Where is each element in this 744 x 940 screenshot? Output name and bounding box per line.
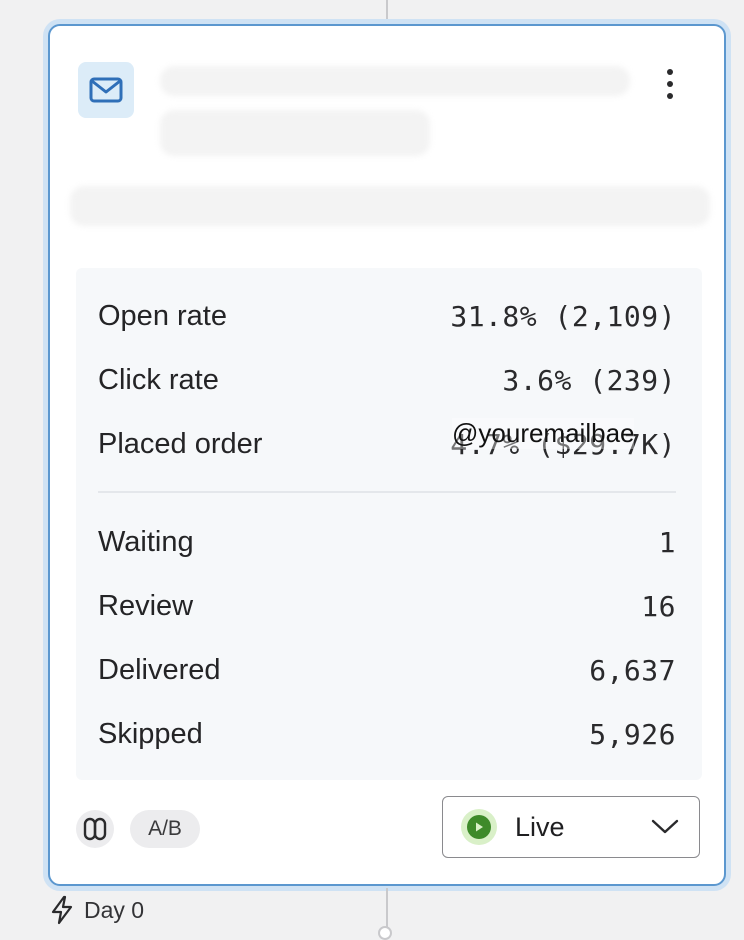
stat-label: Delivered — [98, 653, 221, 686]
stat-row-skipped: Skipped 5,926 — [98, 714, 676, 754]
stat-value: 3.6% (239) — [502, 363, 676, 397]
stat-value: 5,926 — [589, 717, 676, 751]
watermark: @youremailbae — [452, 418, 635, 449]
flow-connector-top — [386, 0, 388, 24]
stat-row-click-rate: Click rate 3.6% (239) — [98, 360, 676, 400]
stat-value: 6,637 — [589, 653, 676, 687]
stat-row-delivered: Delivered 6,637 — [98, 650, 676, 690]
stat-value: 1 — [658, 525, 676, 559]
stats-panel: Open rate 31.8% (2,109) Click rate 3.6% … — [76, 268, 702, 780]
stat-label: Waiting — [98, 525, 194, 558]
stat-row-review: Review 16 — [98, 586, 676, 626]
redacted-title — [160, 66, 630, 96]
trigger-label: Day 0 — [84, 896, 145, 923]
link-icon — [83, 817, 107, 841]
stat-label: Placed order — [98, 427, 263, 460]
stats-divider — [98, 491, 676, 493]
kebab-menu-icon[interactable] — [656, 64, 684, 104]
stat-value: 31.8% (2,109) — [450, 299, 676, 333]
status-label: Live — [515, 811, 565, 842]
stat-row-waiting: Waiting 1 — [98, 522, 676, 562]
flow-add-node[interactable] — [378, 926, 392, 940]
ab-test-badge[interactable]: A/B — [130, 810, 200, 848]
chevron-down-icon — [651, 819, 679, 835]
play-circle-icon — [461, 809, 497, 845]
email-icon-tile — [78, 62, 134, 118]
mail-icon — [89, 77, 123, 103]
flow-connector-bottom — [386, 888, 388, 928]
lightning-icon — [51, 895, 73, 925]
redacted-subtitle — [70, 186, 710, 226]
trigger-delay: Day 0 — [50, 895, 144, 925]
stat-label: Click rate — [98, 363, 219, 396]
email-step-card[interactable]: Open rate 31.8% (2,109) Click rate 3.6% … — [48, 24, 726, 886]
stat-value: 16 — [641, 589, 676, 623]
stat-label: Review — [98, 589, 194, 622]
stat-label: Open rate — [98, 299, 227, 332]
redacted-title-line-2 — [160, 110, 430, 156]
stat-label: Skipped — [98, 717, 203, 750]
link-icon-button[interactable] — [76, 810, 114, 848]
stat-row-open-rate: Open rate 31.8% (2,109) — [98, 296, 676, 336]
status-dropdown[interactable]: Live — [442, 796, 700, 858]
